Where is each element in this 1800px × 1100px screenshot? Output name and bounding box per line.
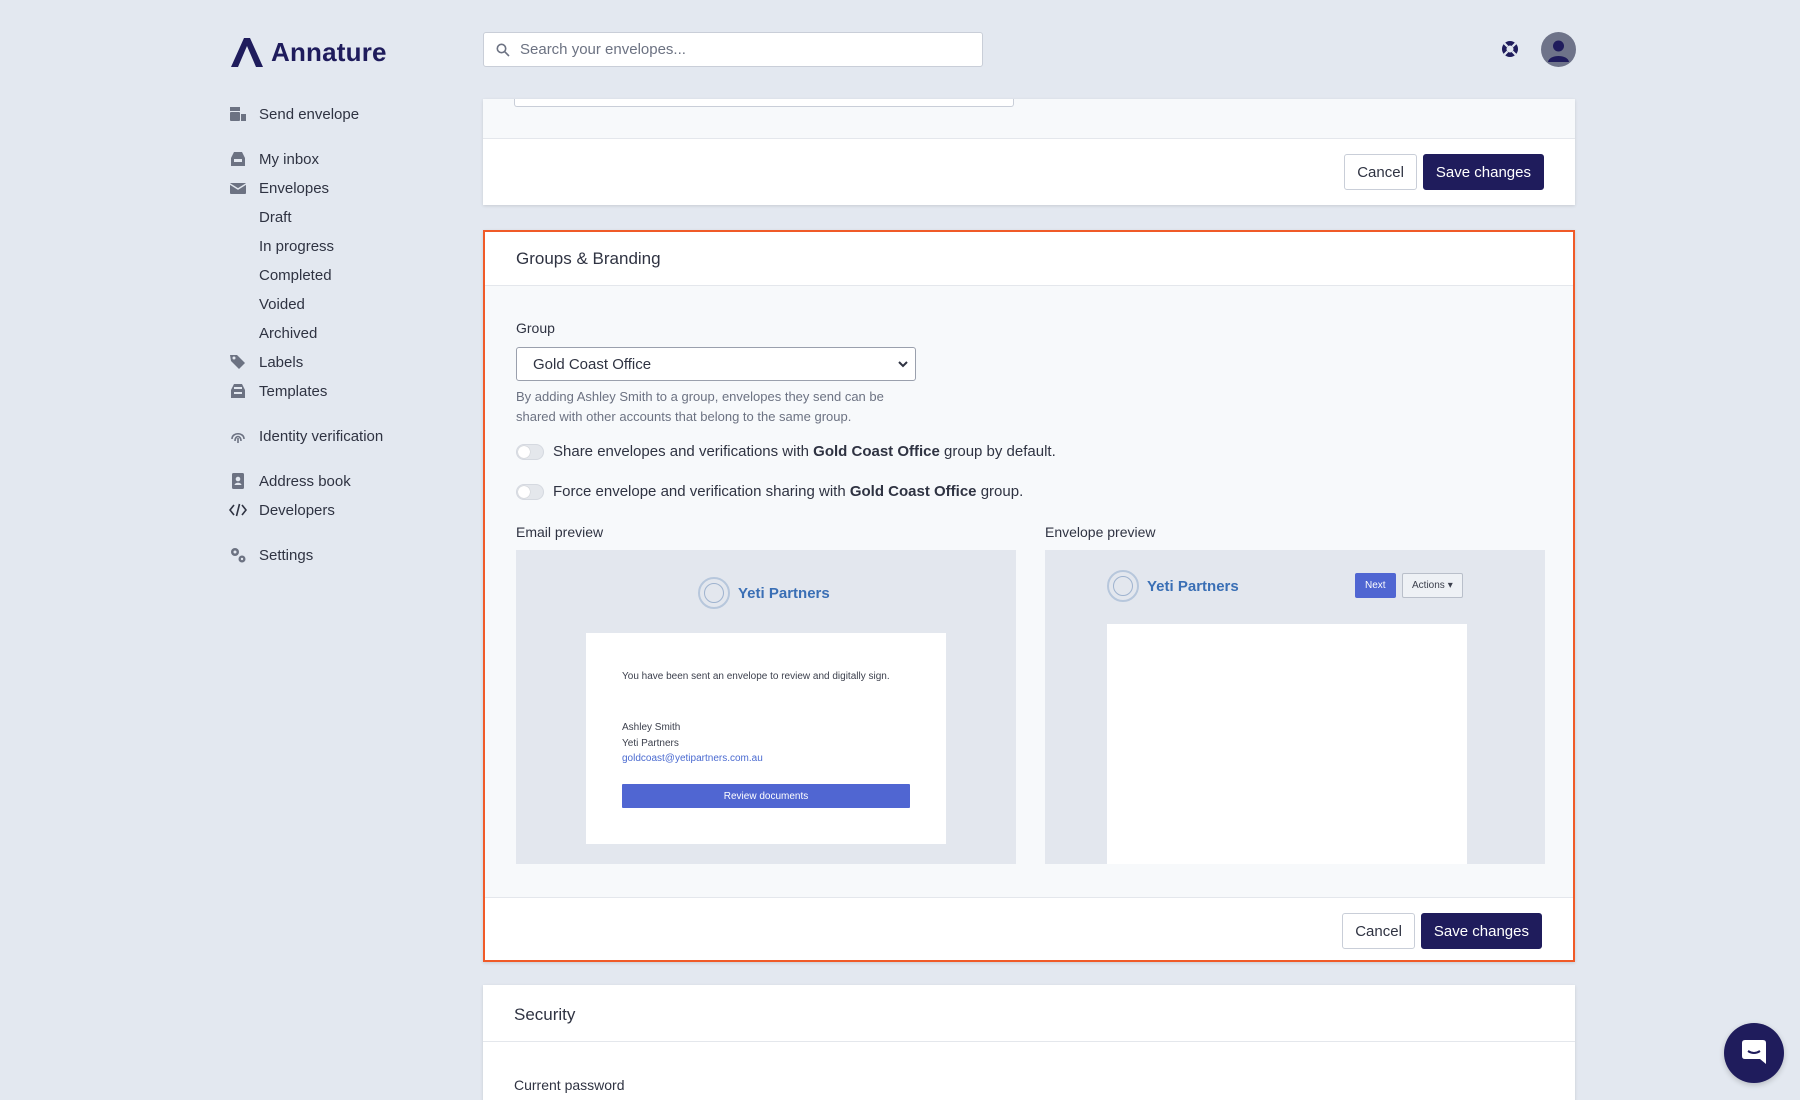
inbox-icon bbox=[229, 150, 247, 168]
caret-down-icon: ▾ bbox=[1447, 580, 1453, 591]
share-toggle-prefix: Share envelopes and verifications with bbox=[553, 443, 809, 460]
email-preview: Yeti Partners You have been sent an enve… bbox=[516, 550, 1016, 864]
search-bar[interactable] bbox=[483, 32, 983, 67]
sidebar-item-send-envelope[interactable]: Send envelope bbox=[229, 102, 359, 126]
preview-actions-label: Actions bbox=[1412, 580, 1445, 591]
sidebar-item-draft[interactable]: Draft bbox=[229, 205, 292, 229]
code-icon bbox=[229, 501, 247, 519]
preview-actions-button: Actions ▾ bbox=[1402, 573, 1463, 598]
previous-card-footer: Cancel Save changes bbox=[1344, 154, 1544, 190]
force-toggle-row: Force envelope and verification sharing … bbox=[516, 483, 1023, 500]
previous-settings-card: Cancel Save changes bbox=[483, 99, 1575, 205]
review-documents-button: Review documents bbox=[622, 784, 910, 808]
sidebar-item-completed[interactable]: Completed bbox=[229, 263, 332, 287]
card-title: Security bbox=[483, 985, 1575, 1042]
tag-icon bbox=[229, 353, 247, 371]
sidebar-item-my-inbox[interactable]: My inbox bbox=[229, 147, 319, 171]
sidebar-item-label: Send envelope bbox=[259, 105, 360, 123]
annature-logo-icon bbox=[231, 38, 263, 67]
user-avatar[interactable] bbox=[1541, 32, 1576, 67]
email-intro-text: You have been sent an envelope to review… bbox=[622, 671, 890, 682]
previous-input-field[interactable] bbox=[514, 99, 1014, 107]
force-toggle-group: Gold Coast Office bbox=[849, 483, 977, 500]
preview-document-page bbox=[1107, 624, 1467, 864]
force-sharing-toggle[interactable] bbox=[516, 483, 544, 500]
sidebar-item-label: Archived bbox=[259, 324, 318, 342]
groups-branding-footer: Cancel Save changes bbox=[1342, 913, 1542, 949]
share-toggle-row: Share envelopes and verifications with G… bbox=[516, 443, 1056, 460]
gear-icon bbox=[229, 546, 247, 564]
current-password-label: Current password bbox=[514, 1077, 625, 1093]
brand-seal-icon bbox=[1107, 570, 1139, 602]
email-preview-label: Email preview bbox=[516, 524, 604, 540]
templates-icon bbox=[229, 382, 247, 400]
save-changes-button[interactable]: Save changes bbox=[1422, 154, 1544, 190]
sender-email-link: goldcoast@yetipartners.com.au bbox=[622, 753, 763, 764]
sidebar-item-identity-verification[interactable]: Identity verification bbox=[229, 424, 383, 448]
force-toggle-suffix: group. bbox=[980, 483, 1024, 500]
help-lifebuoy-icon[interactable] bbox=[1500, 39, 1520, 59]
chat-bubble-icon bbox=[1742, 1040, 1766, 1064]
share-by-default-toggle[interactable] bbox=[516, 443, 544, 460]
annature-logo[interactable]: Annature bbox=[229, 36, 387, 68]
email-preview-brand: Yeti Partners bbox=[698, 577, 830, 609]
sidebar-item-label: In progress bbox=[259, 237, 335, 255]
sidebar-item-label: Identity verification bbox=[259, 427, 384, 445]
sidebar-item-label: Draft bbox=[259, 208, 292, 226]
envelope-preview-brand: Yeti Partners bbox=[1107, 570, 1239, 602]
sidebar-item-label: Labels bbox=[259, 353, 304, 371]
brand-seal-icon bbox=[698, 577, 730, 609]
groups-branding-card: Groups & Branding Group Gold Coast Offic… bbox=[483, 230, 1575, 962]
cancel-button[interactable]: Cancel bbox=[1342, 913, 1415, 949]
share-toggle-suffix: group by default. bbox=[944, 443, 1056, 460]
chevron-down-icon bbox=[898, 361, 908, 368]
sidebar-item-developers[interactable]: Developers bbox=[229, 498, 335, 522]
sidebar-item-archived[interactable]: Archived bbox=[229, 321, 317, 345]
envelope-preview-label: Envelope preview bbox=[1045, 524, 1156, 540]
sidebar-item-label: Developers bbox=[259, 501, 335, 519]
card-title: Groups & Branding bbox=[485, 232, 1573, 286]
sender-company: Yeti Partners bbox=[622, 737, 679, 749]
save-changes-button[interactable]: Save changes bbox=[1420, 913, 1542, 949]
sidebar-item-label: Address book bbox=[259, 472, 351, 490]
brand-name: Yeti Partners bbox=[738, 584, 830, 602]
sidebar-item-label: Envelopes bbox=[259, 179, 330, 197]
envelope-icon bbox=[229, 179, 247, 197]
user-icon bbox=[1548, 40, 1569, 62]
sidebar-item-label: Completed bbox=[259, 266, 332, 284]
sidebar-item-label: Templates bbox=[259, 382, 328, 400]
email-preview-body: You have been sent an envelope to review… bbox=[586, 633, 946, 844]
sidebar-item-in-progress[interactable]: In progress bbox=[229, 234, 334, 258]
fingerprint-icon bbox=[229, 427, 247, 445]
sidebar-item-envelopes[interactable]: Envelopes bbox=[229, 176, 329, 200]
cancel-button[interactable]: Cancel bbox=[1344, 154, 1417, 190]
send-envelope-icon bbox=[229, 105, 247, 123]
chat-widget-button[interactable] bbox=[1724, 1023, 1784, 1083]
sidebar-item-label: Voided bbox=[259, 295, 305, 313]
preview-next-button: Next bbox=[1355, 573, 1396, 598]
previous-card-body bbox=[483, 99, 1575, 139]
sidebar-item-label: My inbox bbox=[259, 150, 320, 168]
group-select-value: Gold Coast Office bbox=[533, 355, 652, 373]
sidebar-item-voided[interactable]: Voided bbox=[229, 292, 305, 316]
sidebar-item-templates[interactable]: Templates bbox=[229, 379, 327, 403]
sidebar-item-address-book[interactable]: Address book bbox=[229, 469, 351, 493]
email-signature: Ashley Smith Yeti Partners goldcoast@yet… bbox=[622, 720, 763, 767]
search-icon bbox=[496, 43, 510, 57]
app-name: Annature bbox=[271, 36, 387, 67]
group-help-text: By adding Ashley Smith to a group, envel… bbox=[516, 389, 884, 424]
sidebar-item-labels[interactable]: Labels bbox=[229, 350, 303, 374]
share-toggle-group: Gold Coast Office bbox=[813, 443, 940, 460]
security-card: Security Current password bbox=[483, 985, 1575, 1100]
sender-name: Ashley Smith bbox=[622, 722, 681, 733]
envelope-preview: Yeti Partners Next Actions ▾ bbox=[1045, 550, 1545, 864]
group-select[interactable]: Gold Coast Office bbox=[516, 347, 916, 381]
address-book-icon bbox=[229, 472, 247, 490]
sidebar-item-settings[interactable]: Settings bbox=[229, 543, 313, 567]
force-toggle-prefix: Force envelope and verification sharing … bbox=[553, 483, 846, 500]
brand-name: Yeti Partners bbox=[1147, 577, 1239, 595]
group-label: Group bbox=[516, 320, 555, 336]
sidebar-item-label: Settings bbox=[259, 546, 314, 564]
search-input[interactable] bbox=[520, 41, 960, 58]
